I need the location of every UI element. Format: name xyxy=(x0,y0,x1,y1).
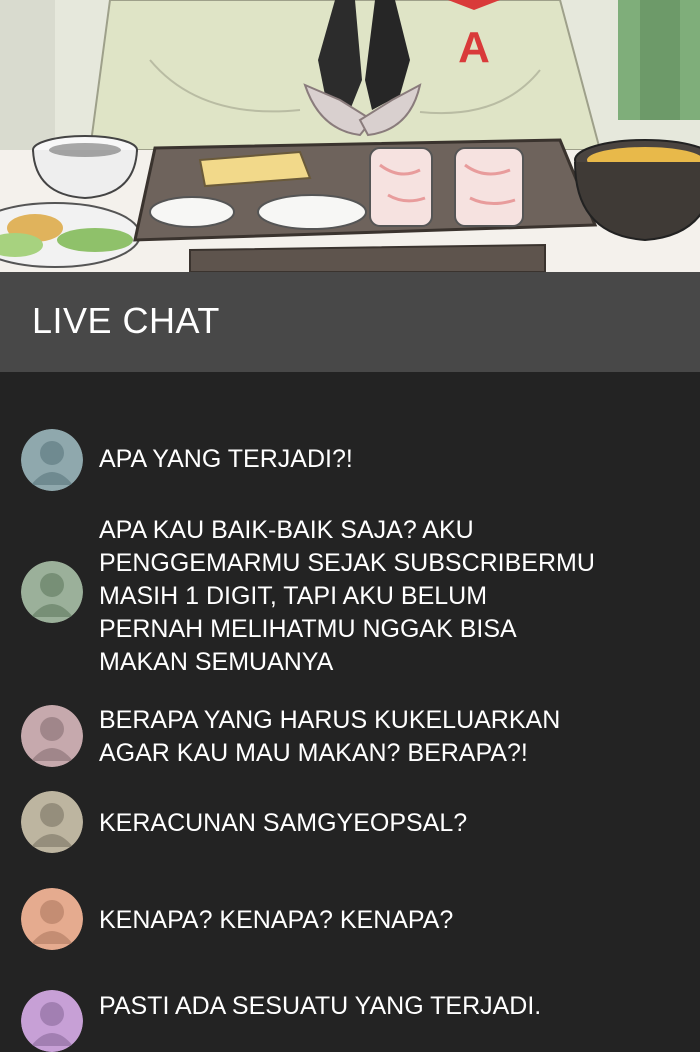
grill-food-round-1 xyxy=(149,196,235,228)
user-silhouette-icon xyxy=(21,888,83,950)
chat-message-list[interactable]: APA YANG TERJADI?! APA KAU BAIK-BAIK SAJ… xyxy=(0,372,700,1052)
live-chat-header: LIVE CHAT xyxy=(0,272,700,373)
chat-message-text: BERAPA YANG HARUS KUKELUARKAN AGAR KAU M… xyxy=(99,706,561,767)
pork-belly-2 xyxy=(454,147,524,227)
chat-message-text: KERACUNAN SAMGYEOPSAL? xyxy=(99,809,468,837)
user-avatar xyxy=(21,561,83,623)
grill-base xyxy=(189,243,546,272)
user-silhouette-icon xyxy=(21,791,83,853)
wall-panel xyxy=(0,0,55,160)
user-silhouette-icon xyxy=(21,705,83,767)
hoodie-emblem-letter: A xyxy=(458,23,490,72)
chat-message-text: APA YANG TERJADI?! xyxy=(99,445,353,473)
mukbang-illustration: A xyxy=(0,0,700,272)
user-avatar xyxy=(21,791,83,853)
user-avatar xyxy=(21,429,83,491)
user-silhouette-icon xyxy=(21,990,83,1052)
user-silhouette-icon xyxy=(21,429,83,491)
user-avatar xyxy=(21,990,83,1052)
chat-message-text: PASTI ADA SESUATU YANG TERJADI. xyxy=(99,992,542,1020)
live-chat-title: LIVE CHAT xyxy=(32,300,220,341)
user-silhouette-icon xyxy=(21,561,83,623)
chat-message-text: APA KAU BAIK-BAIK SAJA? AKU PENGGEMARMU … xyxy=(99,516,595,676)
chat-message-text: KENAPA? KENAPA? KENAPA? xyxy=(99,906,454,934)
grill-food-round-2 xyxy=(257,194,367,230)
user-avatar xyxy=(21,705,83,767)
pork-belly-1 xyxy=(369,147,433,227)
stream-scene: A xyxy=(0,0,700,272)
user-avatar xyxy=(21,888,83,950)
